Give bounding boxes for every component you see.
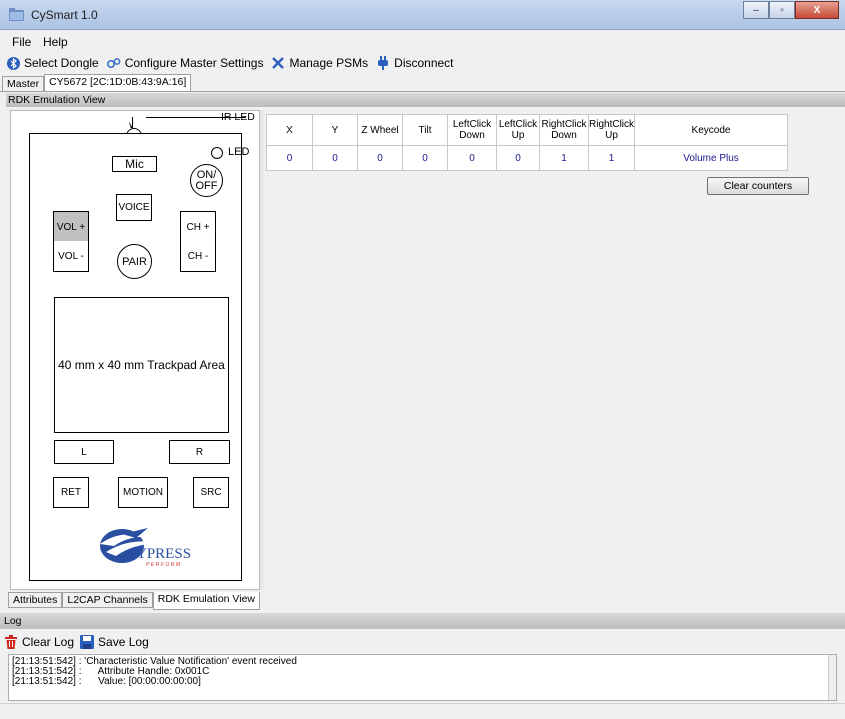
ch-plus-button[interactable]: CH + [180, 211, 216, 242]
ir-led-label: IR LED [221, 111, 255, 123]
vol-plus-button[interactable]: VOL + [53, 211, 89, 242]
table-header-row: X Y Z Wheel Tilt LeftClick Down LeftClic… [266, 114, 789, 146]
tab-rdk-emulation-view[interactable]: RDK Emulation View [152, 592, 260, 610]
toolbar: Select Dongle Configure Master Settings … [0, 52, 845, 74]
menu-file[interactable]: File [12, 35, 31, 49]
title-bar: CySmart 1.0 – ▫ X [0, 0, 845, 30]
led-label: LED [228, 146, 250, 158]
ret-button[interactable]: RET [53, 477, 89, 508]
manage-psms-label: Manage PSMs [289, 56, 369, 70]
manage-psms-button[interactable]: Manage PSMs [271, 56, 368, 70]
configure-master-label: Configure Master Settings [124, 56, 264, 70]
trash-icon [4, 635, 18, 649]
tab-divider [0, 91, 845, 92]
tab-master[interactable]: Master [2, 76, 45, 92]
cypress-logo-tagline: PERFORM [146, 562, 182, 568]
tab-attributes[interactable]: Attributes [8, 592, 63, 608]
tools-icon [271, 56, 285, 70]
header-rightclick-up: RightClick Up [587, 114, 636, 146]
cypress-logo: CYPRESS PERFORM [100, 528, 191, 568]
window-title: CySmart 1.0 [31, 8, 98, 22]
app-folder-icon [9, 8, 24, 21]
cypress-logo-text: CYPRESS [126, 546, 191, 562]
cell-rightclick-up: 1 [587, 145, 636, 171]
minimize-button[interactable]: – [743, 1, 769, 19]
select-dongle-button[interactable]: Select Dongle [6, 56, 99, 70]
mic-button[interactable]: Mic [112, 156, 157, 172]
save-icon [80, 635, 95, 649]
save-log-label: Save Log [98, 635, 149, 649]
led-indicator [211, 147, 223, 159]
on-off-button[interactable]: ON/ OFF [190, 164, 223, 197]
clear-counters-button[interactable]: Clear counters [707, 177, 809, 195]
tab-device[interactable]: CY5672 [2C:1D:0B:43:9A:16] [44, 74, 192, 92]
cell-leftclick-down: 0 [447, 145, 497, 171]
header-x: X [266, 114, 313, 146]
header-leftclick-down: LeftClick Down [447, 114, 497, 146]
header-y: Y [312, 114, 358, 146]
view-tabs: Attributes L2CAP Channels RDK Emulation … [8, 592, 260, 610]
select-dongle-label: Select Dongle [24, 56, 99, 70]
log-line: [21:13:51:542] : Value: [00:00:00:00:00] [12, 676, 201, 687]
clear-log-label: Clear Log [22, 635, 75, 649]
log-scrollbar[interactable] [828, 655, 836, 700]
view-header: RDK Emulation View [6, 93, 845, 107]
on-off-label-1: ON/ [196, 168, 217, 181]
log-header: Log [0, 613, 845, 629]
header-tilt: Tilt [402, 114, 448, 146]
cell-rightclick-down: 1 [539, 145, 589, 171]
clear-log-button[interactable]: Clear Log [4, 635, 74, 649]
tab-l2cap-channels[interactable]: L2CAP Channels [62, 592, 153, 608]
cell-x: 0 [266, 145, 313, 171]
header-z-wheel: Z Wheel [357, 114, 403, 146]
vol-minus-button[interactable]: VOL - [53, 241, 89, 272]
motion-button[interactable]: MOTION [118, 477, 168, 508]
log-toolbar: Clear Log Save Log [0, 632, 151, 652]
cell-leftclick-up: 0 [496, 145, 540, 171]
window-controls: – ▫ X [743, 1, 839, 19]
voice-button[interactable]: VOICE [116, 194, 152, 221]
disconnect-button[interactable]: Disconnect [376, 56, 454, 70]
device-tabs: Master CY5672 [2C:1D:0B:43:9A:16] [2, 74, 192, 92]
log-output[interactable]: [21:13:51:542] : 'Characteristic Value N… [8, 654, 837, 701]
status-bar [0, 703, 845, 719]
menu-bar: File Help [0, 30, 845, 52]
left-button[interactable]: L [54, 440, 114, 464]
ch-minus-button[interactable]: CH - [180, 241, 216, 272]
save-log-button[interactable]: Save Log [80, 635, 149, 649]
remote-body: LED Mic ON/ OFF VOICE VOL + VOL - PAIR C… [29, 133, 249, 581]
trackpad-area[interactable]: 40 mm x 40 mm Trackpad Area [54, 297, 229, 433]
gears-icon [106, 56, 121, 70]
configure-master-button[interactable]: Configure Master Settings [106, 56, 264, 70]
table-row: 0 0 0 0 0 0 1 1 Volume Plus [266, 145, 789, 171]
menu-help[interactable]: Help [43, 35, 68, 49]
bluetooth-icon [6, 56, 20, 70]
header-keycode: Keycode [634, 114, 789, 146]
pair-button[interactable]: PAIR [117, 244, 152, 279]
cell-keycode: Volume Plus [634, 145, 789, 171]
right-button[interactable]: R [169, 440, 230, 464]
disconnect-label: Disconnect [394, 56, 454, 70]
plug-icon [376, 56, 390, 70]
on-off-label-2: OFF [195, 179, 218, 192]
counters-table: X Y Z Wheel Tilt LeftClick Down LeftClic… [266, 114, 789, 171]
header-leftclick-up: LeftClick Up [496, 114, 540, 146]
close-button[interactable]: X [795, 1, 839, 19]
cell-tilt: 0 [402, 145, 448, 171]
remote-panel: IR LED ∨ LED Mic ON/ OFF VOICE VOL + VOL… [10, 110, 260, 590]
maximize-button[interactable]: ▫ [769, 1, 795, 19]
cell-z-wheel: 0 [357, 145, 403, 171]
src-button[interactable]: SRC [193, 477, 229, 508]
header-rightclick-down: RightClick Down [539, 114, 589, 146]
cell-y: 0 [312, 145, 358, 171]
